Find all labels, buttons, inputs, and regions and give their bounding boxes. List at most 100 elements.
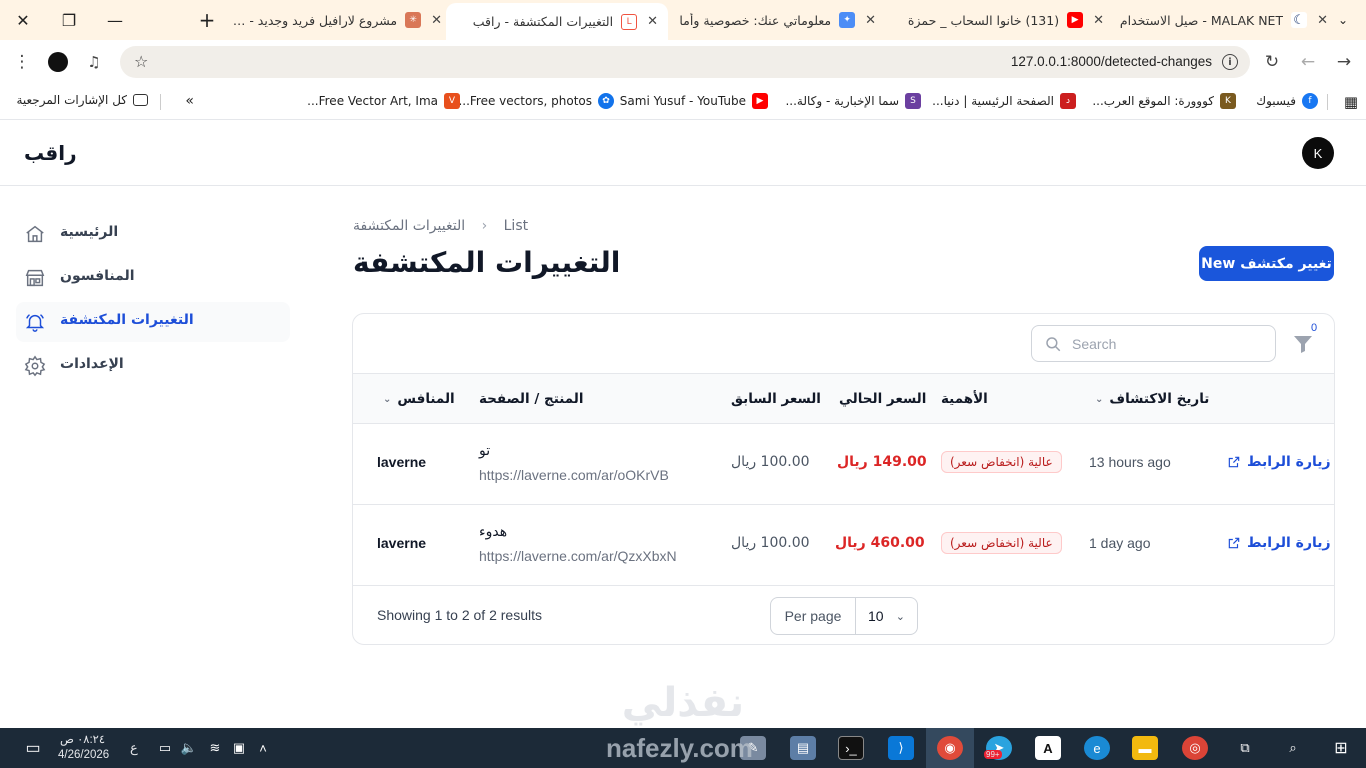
search-icon[interactable]: ⌕ — [1280, 736, 1306, 760]
close-icon[interactable]: ✕ — [647, 14, 658, 29]
per-page-control: Per page 10 ⌄ — [770, 597, 918, 635]
photos-app-icon[interactable]: ▤ — [790, 736, 816, 760]
detected-date: 1 day ago — [1089, 535, 1151, 551]
browser-tab-3[interactable]: ✕ ✦ معلوماتي عنك: خصوصية وأما — [676, 4, 876, 36]
sama-icon: S — [905, 93, 921, 109]
device-icon[interactable]: ▣ — [226, 736, 252, 760]
close-icon[interactable]: ✕ — [865, 13, 876, 28]
folder-icon — [133, 94, 148, 106]
breadcrumb: التغييرات المكتشفة › List — [353, 218, 528, 234]
file-explorer-icon[interactable]: ▬ — [1132, 736, 1158, 760]
filter-count-badge: 0 — [1311, 322, 1318, 334]
results-summary: Showing 1 to 2 of 2 results — [377, 607, 542, 623]
clock-date[interactable]: 4/26/2026 — [58, 749, 109, 761]
battery-icon[interactable]: ▭ — [152, 736, 178, 760]
competitor-name: laverne — [377, 454, 427, 470]
store-icon — [25, 269, 45, 287]
table-toolbar: 0 — [353, 314, 1334, 374]
laravel-icon: L — [621, 13, 638, 30]
current-price: 460.00 ريال — [835, 535, 925, 551]
omnibox[interactable]: ☆ 127.0.0.1:8000/detected-changes i — [120, 46, 1250, 78]
bookmark-item[interactable]: K كووورة: الموقع العرب... — [1092, 93, 1236, 109]
chrome-profile-app-icon[interactable]: ◉ — [937, 736, 963, 760]
windows-start-icon[interactable]: ⊞ — [1328, 736, 1354, 760]
wifi-icon[interactable]: ≋ — [202, 736, 228, 760]
chrome-app-icon[interactable]: ◎ — [1182, 736, 1208, 760]
sidebar-item-settings[interactable]: الإعدادات — [16, 346, 290, 386]
all-bookmarks-item[interactable]: كل الإشارات المرجعية — [16, 93, 148, 107]
gemini-icon: ✦ — [839, 12, 856, 28]
moon-icon: ☾ — [1291, 12, 1308, 28]
search-field[interactable] — [1031, 325, 1276, 362]
new-detected-change-button[interactable]: تغيير مكتشف New — [1199, 246, 1334, 281]
per-page-select[interactable]: 10 ⌄ — [856, 598, 917, 634]
bell-icon — [25, 314, 45, 332]
bookmark-item[interactable]: د الصفحة الرئيسية | دنيا... — [932, 93, 1076, 109]
bookmark-item[interactable]: S سما الإخبارية - وكالة... — [785, 93, 921, 109]
site-info-icon[interactable]: i — [1222, 54, 1238, 70]
restore-window-button[interactable]: ❐ — [46, 0, 92, 40]
claude-icon: ✳ — [405, 12, 422, 28]
bookmark-item[interactable]: V Free Vector Art, Ima... — [307, 93, 460, 109]
external-link-icon — [1228, 456, 1240, 468]
new-tab-button[interactable]: + — [184, 0, 230, 40]
chevron-down-icon: ⌄ — [383, 393, 392, 405]
youtube-icon: ▶ — [1067, 12, 1084, 28]
sidebar-item-detected-changes[interactable]: التغييرات المكتشفة — [16, 302, 290, 342]
minimize-window-button[interactable]: — — [92, 0, 138, 40]
visit-link[interactable]: زيارة الرابط — [1227, 535, 1331, 551]
language-indicator[interactable]: ع — [130, 740, 138, 756]
font-app-icon[interactable]: A — [1035, 736, 1061, 760]
close-window-button[interactable]: ✕ — [0, 0, 46, 40]
previous-price: 100.00 ريال — [731, 535, 810, 551]
vecteezy-icon: V — [444, 93, 460, 109]
browser-tab-5[interactable]: ✕ ✳ مشروع لارافيل فريد وجديد - Ide — [232, 4, 442, 36]
product-url: https://laverne.com/ar/oOKrVB — [479, 467, 669, 483]
more-bookmarks-chevron-icon[interactable]: » — [185, 93, 194, 109]
sidebar-item-competitors[interactable]: المنافسون — [16, 258, 290, 298]
column-header-date[interactable]: تاريخ الاكتشاف ⌄ — [1089, 391, 1209, 407]
forward-arrow-icon[interactable]: → — [1330, 48, 1358, 76]
close-icon[interactable]: ✕ — [431, 13, 442, 28]
per-page-label: Per page — [771, 598, 856, 634]
chevron-down-icon: ⌄ — [1095, 393, 1104, 405]
bookmark-star-icon[interactable]: ☆ — [134, 52, 148, 71]
chevron-up-icon[interactable]: ˄ — [250, 736, 276, 760]
donia-icon: د — [1060, 93, 1076, 109]
bookmark-item[interactable]: ✿ Free vectors, photos... — [458, 93, 614, 109]
apps-grid-icon[interactable]: ▦ — [1344, 93, 1358, 111]
breadcrumb-link[interactable]: التغييرات المكتشفة — [353, 218, 465, 234]
bookmark-item[interactable]: ▶ Sami Yusuf - YouTube — [620, 93, 768, 109]
reload-icon[interactable]: ↻ — [1258, 48, 1286, 76]
bookmarks-bar: ▦ f فيسبوك K كووورة: الموقع العرب... د ا… — [0, 84, 1366, 120]
sidebar-item-home[interactable]: الرئيسية — [16, 214, 290, 254]
back-arrow-icon[interactable]: ← — [1294, 48, 1322, 76]
volume-icon[interactable]: 🔈 — [176, 736, 202, 760]
column-header-competitor[interactable]: المنافس ⌄ — [377, 391, 455, 407]
competitor-name: laverne — [377, 535, 427, 551]
product-url: https://laverne.com/ar/QzxXbxN — [479, 548, 677, 564]
filter-icon[interactable] — [1291, 332, 1315, 356]
bookmark-item[interactable]: f فيسبوك — [1256, 93, 1318, 109]
search-input[interactable] — [1072, 334, 1262, 354]
column-header-importance: الأهمية — [941, 391, 988, 407]
task-view-icon[interactable]: ⧉ — [1232, 736, 1258, 760]
tab-search-chevron-icon[interactable]: ⌄ — [1320, 0, 1366, 40]
close-icon[interactable]: ✕ — [1093, 13, 1104, 28]
url-text[interactable]: 127.0.0.1:8000/detected-changes — [1011, 54, 1212, 69]
browser-tab-1[interactable]: ✕ ☾ MALAK NET - صيل الاستخدام — [1118, 4, 1328, 36]
clock-time[interactable]: ٠٨:٢٤ ص — [60, 732, 105, 746]
edge-app-icon[interactable]: e — [1084, 736, 1110, 760]
media-control-icon[interactable]: ♫ — [80, 48, 108, 76]
browser-tab-2[interactable]: ✕ ▶ (131) خانوا السحاب _ حمزة — [898, 4, 1104, 36]
visit-link[interactable]: زيارة الرابط — [1227, 454, 1331, 470]
vscode-app-icon[interactable]: ⟩ — [888, 736, 914, 760]
profile-avatar[interactable] — [44, 48, 72, 76]
notification-icon[interactable]: ▭ — [20, 736, 46, 760]
brand-logo[interactable]: راقب — [24, 141, 77, 165]
page-title: التغييرات المكتشفة — [353, 246, 621, 279]
terminal-app-icon[interactable]: ›_ — [838, 736, 864, 760]
browser-tab-4-active[interactable]: ✕ L التغييرات المكتشفة - راقب — [446, 3, 668, 40]
user-avatar[interactable]: K — [1302, 137, 1334, 169]
menu-dots-icon[interactable]: ⋮ — [8, 48, 36, 76]
